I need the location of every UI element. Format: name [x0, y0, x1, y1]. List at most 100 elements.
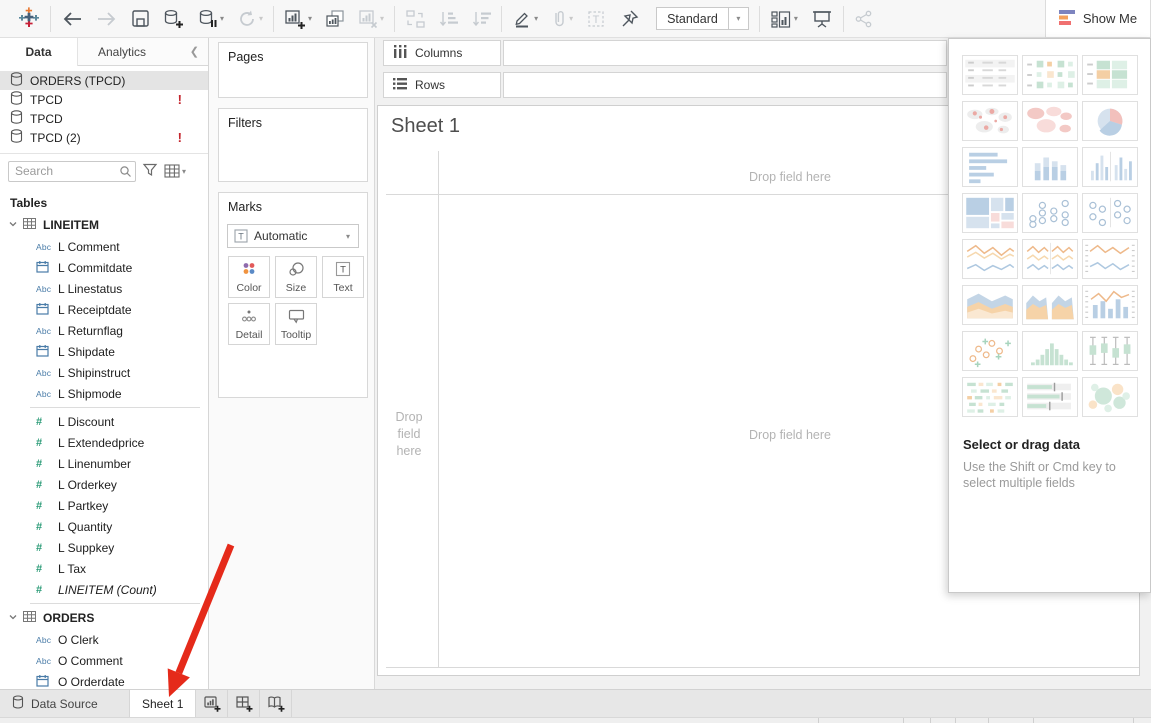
rows-shelf[interactable]: [503, 72, 947, 98]
mark-type-caret[interactable]: ▾: [338, 232, 358, 241]
size-button[interactable]: Size: [275, 256, 317, 298]
showme-circle-views[interactable]: [1022, 193, 1078, 233]
mark-type-dropdown[interactable]: T Automatic ▾: [227, 224, 359, 248]
redo-button[interactable]: [96, 10, 118, 28]
showme-dual-combination[interactable]: [1082, 285, 1138, 325]
field-item[interactable]: #L Extendedprice: [0, 432, 208, 453]
field-item[interactable]: O Orderdate: [0, 671, 208, 689]
text-button[interactable]: TText: [322, 256, 364, 298]
clear-sheet-caret[interactable]: ▾: [380, 14, 384, 23]
new-worksheet-caret[interactable]: ▾: [308, 14, 312, 23]
showme-text-table[interactable]: [962, 55, 1018, 95]
columns-shelf[interactable]: [503, 40, 947, 66]
tab-analytics[interactable]: Analytics: [78, 38, 166, 65]
field-item[interactable]: AbcO Clerk: [0, 629, 208, 650]
tab-data[interactable]: Data: [0, 38, 78, 66]
field-item[interactable]: L Commitdate: [0, 257, 208, 278]
undo-button[interactable]: [61, 10, 83, 28]
data-source-item[interactable]: TPCD!: [0, 90, 208, 109]
search-input[interactable]: [8, 161, 136, 182]
refresh-caret[interactable]: ▾: [259, 14, 263, 23]
field-item[interactable]: #L Quantity: [0, 516, 208, 537]
pages-shelf[interactable]: Pages: [218, 42, 368, 98]
highlight-button[interactable]: ▾: [512, 9, 538, 29]
field-item[interactable]: #L Orderkey: [0, 474, 208, 495]
table-header[interactable]: LINEITEM: [0, 214, 208, 236]
showme-scatter-plot[interactable]: [962, 331, 1018, 371]
share-button[interactable]: [854, 9, 874, 29]
showme-packed-bubbles[interactable]: [1082, 377, 1138, 417]
chevron-down-icon[interactable]: [8, 218, 18, 232]
new-dashboard-button[interactable]: [228, 690, 260, 717]
showme-highlight-table[interactable]: [1082, 55, 1138, 95]
tab-sheet-1[interactable]: Sheet 1: [130, 690, 196, 717]
field-item[interactable]: L Receiptdate: [0, 299, 208, 320]
detail-button[interactable]: Detail: [228, 303, 270, 345]
highlight-caret[interactable]: ▾: [534, 14, 538, 23]
swap-rows-columns-button[interactable]: [405, 9, 425, 29]
show-me-button[interactable]: Show Me: [1045, 0, 1151, 38]
table-header[interactable]: ORDERS: [0, 607, 208, 629]
refresh-button[interactable]: ▾: [237, 9, 263, 29]
field-item[interactable]: AbcO Comment: [0, 650, 208, 671]
new-worksheet-tab-button[interactable]: [196, 690, 228, 717]
field-item[interactable]: AbcL Returnflag: [0, 320, 208, 341]
fit-selector[interactable]: Standard ▾: [656, 7, 749, 30]
tooltip-button[interactable]: Tooltip: [275, 303, 317, 345]
showme-dual-lines[interactable]: [1082, 239, 1138, 279]
showme-horizontal-bars[interactable]: [962, 147, 1018, 187]
field-item[interactable]: #L Tax: [0, 558, 208, 579]
field-item[interactable]: AbcL Linestatus: [0, 278, 208, 299]
showme-stacked-bars[interactable]: [1022, 147, 1078, 187]
show-hide-cards-button[interactable]: ▾: [770, 9, 798, 29]
format-button[interactable]: ▾: [551, 9, 573, 29]
presentation-mode-button[interactable]: [811, 9, 833, 29]
showme-side-by-side-bars[interactable]: [1082, 147, 1138, 187]
text-label-button[interactable]: T: [586, 9, 606, 29]
showme-symbol-map[interactable]: [962, 101, 1018, 141]
showme-histogram[interactable]: [1022, 331, 1078, 371]
chevron-down-icon[interactable]: [8, 611, 18, 625]
data-source-item[interactable]: TPCD (2)!: [0, 128, 208, 147]
new-data-source-button[interactable]: [163, 9, 185, 29]
field-item[interactable]: L Shipdate: [0, 341, 208, 362]
field-item[interactable]: #L Discount: [0, 411, 208, 432]
new-story-button[interactable]: [260, 690, 292, 717]
field-item[interactable]: #L Partkey: [0, 495, 208, 516]
view-options-button[interactable]: ▾: [164, 164, 186, 178]
sort-descending-button[interactable]: [471, 9, 491, 29]
data-source-item[interactable]: TPCD: [0, 109, 208, 128]
filters-shelf[interactable]: Filters: [218, 108, 368, 182]
showme-box-and-whisker[interactable]: [1082, 331, 1138, 371]
drop-zone-rows[interactable]: Drop field here: [390, 409, 428, 460]
field-item[interactable]: #LINEITEM (Count): [0, 579, 208, 600]
fix-axes-pin-button[interactable]: [619, 9, 639, 29]
field-item[interactable]: AbcL Shipmode: [0, 383, 208, 404]
sort-ascending-button[interactable]: [438, 9, 458, 29]
filter-fields-icon[interactable]: [142, 162, 158, 180]
showme-gantt[interactable]: [962, 377, 1018, 417]
pause-updates-caret[interactable]: ▾: [220, 14, 224, 23]
save-button[interactable]: [131, 9, 150, 28]
showme-area-discrete[interactable]: [1022, 285, 1078, 325]
pause-auto-updates-button[interactable]: ▾: [198, 9, 224, 29]
fit-selector-caret[interactable]: ▾: [728, 8, 748, 29]
collapse-pane-icon[interactable]: ❮: [190, 38, 208, 65]
view-options-caret[interactable]: ▾: [182, 167, 186, 176]
showme-side-by-side-circles[interactable]: [1082, 193, 1138, 233]
showme-treemap[interactable]: [962, 193, 1018, 233]
format-caret[interactable]: ▾: [569, 14, 573, 23]
field-item[interactable]: AbcL Shipinstruct: [0, 362, 208, 383]
data-source-item[interactable]: ORDERS (TPCD): [0, 71, 208, 90]
new-worksheet-button[interactable]: ▾: [284, 9, 312, 29]
show-hide-cards-caret[interactable]: ▾: [794, 14, 798, 23]
field-item[interactable]: AbcL Comment: [0, 236, 208, 257]
showme-pie-chart[interactable]: [1082, 101, 1138, 141]
showme-heat-map[interactable]: [1022, 55, 1078, 95]
duplicate-sheet-button[interactable]: [325, 9, 345, 29]
clear-sheet-button[interactable]: ▾: [358, 9, 384, 29]
showme-lines-discrete[interactable]: [1022, 239, 1078, 279]
field-item[interactable]: #L Linenumber: [0, 453, 208, 474]
showme-area-continuous[interactable]: [962, 285, 1018, 325]
showme-lines-continuous[interactable]: [962, 239, 1018, 279]
